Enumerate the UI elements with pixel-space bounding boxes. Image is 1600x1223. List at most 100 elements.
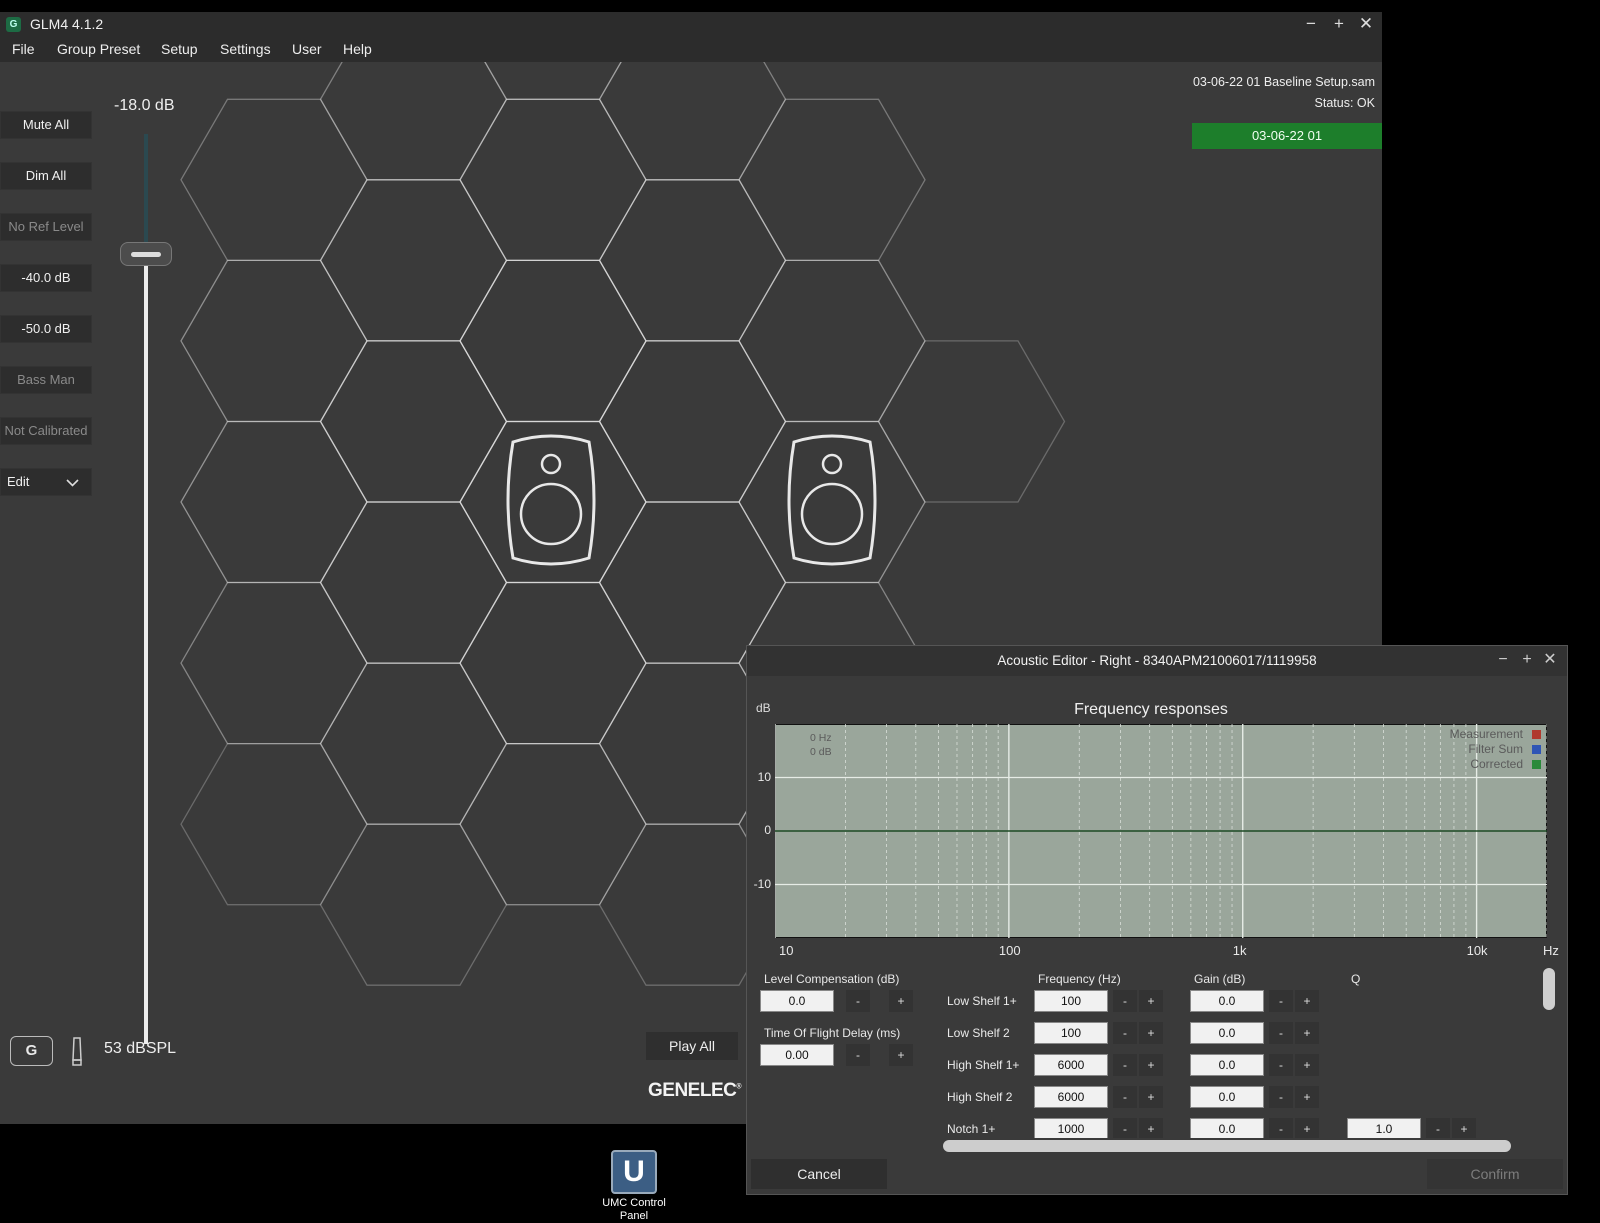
genelec-logo: GENELEC® (648, 1080, 741, 1102)
x-axis-unit: Hz (1543, 943, 1559, 958)
vertical-scrollbar[interactable] (1543, 968, 1555, 1010)
filter-name: Low Shelf 2 (947, 1026, 1010, 1040)
bass-man-button[interactable]: Bass Man (0, 366, 92, 394)
filter-name: Notch 1+ (947, 1122, 996, 1136)
hex-cell (459, 742, 647, 906)
desktop-shortcut-umc[interactable]: U UMC Control Panel (596, 1150, 672, 1223)
status-text: Status: OK (1314, 96, 1375, 110)
hex-cell (180, 742, 368, 906)
filter-frequency-input[interactable]: 100 (1034, 990, 1108, 1012)
frequency-minus-button[interactable]: - (1113, 990, 1137, 1012)
hex-cell (180, 259, 368, 423)
gain-plus-button[interactable]: + (1295, 1118, 1319, 1138)
calibration-button[interactable]: Not Calibrated (0, 417, 92, 445)
ref-level-button[interactable]: No Ref Level (0, 213, 92, 241)
fader-track-upper (144, 134, 148, 244)
confirm-button[interactable]: Confirm (1427, 1159, 1563, 1189)
menu-bar: File Group Preset Setup Settings User He… (0, 38, 1382, 62)
cancel-button[interactable]: Cancel (751, 1159, 887, 1189)
filter-name: High Shelf 2 (947, 1090, 1013, 1104)
horizontal-scrollbar[interactable] (943, 1140, 1511, 1152)
filter-name: Low Shelf 1+ (947, 994, 1017, 1008)
filter-frequency-input[interactable]: 6000 (1034, 1086, 1108, 1108)
level-50-button[interactable]: -50.0 dB (0, 315, 92, 343)
hex-cell (459, 420, 647, 584)
umc-app-icon: U (611, 1150, 657, 1194)
gain-plus-button[interactable]: + (1295, 1022, 1319, 1044)
filter-frequency-input[interactable]: 100 (1034, 1022, 1108, 1044)
close-icon[interactable]: ✕ (1355, 14, 1377, 34)
hex-cell (738, 259, 926, 423)
gain-minus-button[interactable]: - (1269, 1022, 1293, 1044)
filter-list: Low Shelf 1+ 100- +0.0- + Low Shelf 2 100- +0.… (747, 646, 1537, 1138)
gain-plus-button[interactable]: + (1295, 1086, 1319, 1108)
hex-cell (459, 259, 647, 423)
menu-setup[interactable]: Setup (161, 41, 198, 57)
hex-cell (319, 340, 508, 503)
minimize-icon[interactable]: − (1300, 14, 1322, 34)
level-40-button[interactable]: -40.0 dB (0, 264, 92, 292)
frequency-minus-button[interactable]: - (1113, 1086, 1137, 1108)
app-title: GLM4 4.1.2 (30, 16, 104, 32)
filter-gain-input[interactable]: 0.0 (1190, 1086, 1264, 1108)
hex-cell (319, 823, 508, 986)
hex-cell (598, 501, 787, 664)
play-all-button[interactable]: Play All (646, 1032, 738, 1060)
filter-gain-input[interactable]: 0.0 (1190, 1118, 1264, 1138)
hex-cell (598, 62, 787, 181)
brand-mark: ® (736, 1083, 742, 1091)
hex-cell (180, 581, 368, 745)
title-bar: G GLM4 4.1.2 − + ✕ (0, 12, 1382, 38)
filter-frequency-input[interactable]: 1000 (1034, 1118, 1108, 1138)
filter-frequency-input[interactable]: 6000 (1034, 1054, 1108, 1076)
frequency-minus-button[interactable]: - (1113, 1118, 1137, 1138)
gain-plus-button[interactable]: + (1295, 990, 1319, 1012)
dim-all-button[interactable]: Dim All (0, 162, 92, 190)
gain-minus-button[interactable]: - (1269, 1086, 1293, 1108)
hex-cell (319, 179, 508, 342)
gain-minus-button[interactable]: - (1269, 1054, 1293, 1076)
menu-settings[interactable]: Settings (220, 41, 271, 57)
menu-group-preset[interactable]: Group Preset (57, 41, 140, 57)
q-minus-button[interactable]: - (1426, 1118, 1450, 1138)
preset-file-name: 03-06-22 01 Baseline Setup.sam (1192, 75, 1375, 89)
glm-app-icon: G (6, 17, 21, 32)
g-button[interactable]: G (10, 1036, 53, 1066)
gain-plus-button[interactable]: + (1295, 1054, 1319, 1076)
menu-help[interactable]: Help (343, 41, 372, 57)
chevron-down-icon (66, 479, 79, 487)
gain-minus-button[interactable]: - (1269, 990, 1293, 1012)
hex-cell (319, 62, 508, 181)
editor-close-icon[interactable]: ✕ (1540, 650, 1560, 670)
frequency-plus-button[interactable]: + (1139, 1086, 1163, 1108)
filter-gain-input[interactable]: 0.0 (1190, 990, 1264, 1012)
menu-file[interactable]: File (12, 41, 35, 57)
spl-readout: 53 dBSPL (104, 1040, 177, 1057)
hex-cell (738, 98, 926, 262)
gain-minus-button[interactable]: - (1269, 1118, 1293, 1138)
frequency-minus-button[interactable]: - (1113, 1054, 1137, 1076)
edit-dropdown[interactable]: Edit (0, 468, 92, 496)
mute-all-button[interactable]: Mute All (0, 111, 92, 139)
hex-cell (598, 179, 787, 342)
filter-q-input[interactable]: 1.0 (1347, 1118, 1421, 1138)
hex-cell (180, 98, 368, 262)
frequency-plus-button[interactable]: + (1139, 1054, 1163, 1076)
frequency-plus-button[interactable]: + (1139, 1022, 1163, 1044)
hex-cell (319, 662, 508, 825)
speaker-right[interactable] (787, 434, 877, 566)
filter-gain-input[interactable]: 0.0 (1190, 1022, 1264, 1044)
frequency-minus-button[interactable]: - (1113, 1022, 1137, 1044)
hex-cell (738, 420, 926, 584)
group-badge[interactable]: 03-06-22 01 (1192, 123, 1382, 149)
frequency-plus-button[interactable]: + (1139, 1118, 1163, 1138)
acoustic-editor-window: Acoustic Editor - Right - 8340APM2100601… (746, 645, 1568, 1195)
speaker-left[interactable] (506, 434, 596, 566)
hex-cell (459, 98, 647, 262)
filter-gain-input[interactable]: 0.0 (1190, 1054, 1264, 1076)
volume-fader-handle[interactable] (120, 242, 172, 266)
q-plus-button[interactable]: + (1452, 1118, 1476, 1138)
frequency-plus-button[interactable]: + (1139, 990, 1163, 1012)
menu-user[interactable]: User (292, 41, 322, 57)
maximize-icon[interactable]: + (1328, 14, 1350, 34)
